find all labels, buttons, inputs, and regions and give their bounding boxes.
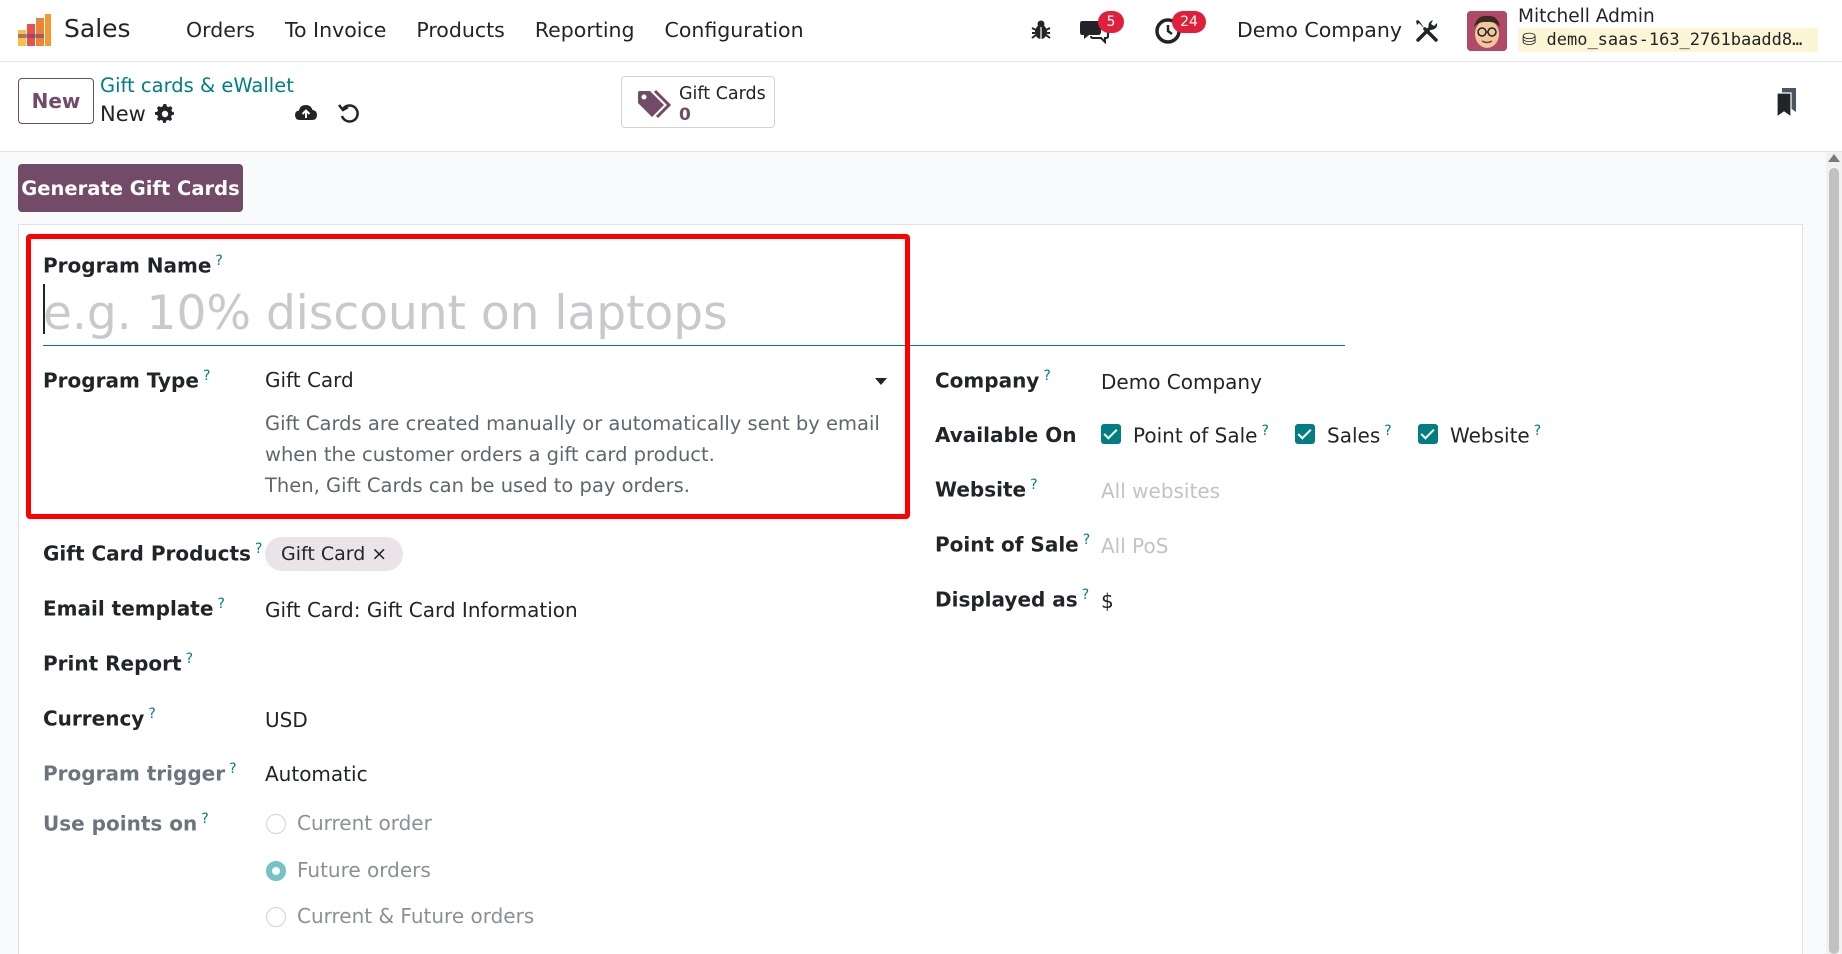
chevron-down-icon <box>875 378 887 385</box>
smart-button-value: 0 <box>679 105 691 125</box>
program-type-help[interactable]: ? <box>203 368 210 384</box>
user-name[interactable]: Mitchell Admin <box>1518 6 1655 27</box>
radio-label-current-order[interactable]: Current order <box>297 811 432 835</box>
menu-reporting[interactable]: Reporting <box>535 18 635 42</box>
program-trigger-value: Automatic <box>265 762 368 786</box>
use-points-on-help[interactable]: ? <box>201 811 208 827</box>
website-option-help[interactable]: ? <box>1534 423 1541 439</box>
displayed-as-field[interactable]: $ <box>1101 589 1114 613</box>
use-points-on-label: Use points on? <box>43 811 209 836</box>
cloud-upload-icon[interactable] <box>294 102 318 124</box>
menu-configuration[interactable]: Configuration <box>665 18 804 42</box>
bug-icon[interactable] <box>1029 18 1053 42</box>
company-switcher[interactable]: Demo Company <box>1237 18 1402 42</box>
point-of-sale-label: Point of Sale? <box>935 532 1091 557</box>
checkbox-sales[interactable] <box>1295 424 1315 444</box>
scrollbar-thumb[interactable] <box>1829 168 1839 954</box>
print-report-field[interactable] <box>265 651 865 679</box>
print-report-help[interactable]: ? <box>186 651 193 667</box>
menu-orders[interactable]: Orders <box>186 18 255 42</box>
breadcrumb-parent[interactable]: Gift cards & eWallet <box>100 74 294 97</box>
website-field[interactable]: All websites <box>1101 479 1220 503</box>
program-type-description: Gift Cards are created manually or autom… <box>265 412 880 497</box>
menu-products[interactable]: Products <box>416 18 505 42</box>
menu-to-invoice[interactable]: To Invoice <box>285 18 386 42</box>
top-navbar: Sales Orders To Invoice Products Reporti… <box>0 0 1842 62</box>
bookmark-icon[interactable] <box>1776 88 1798 118</box>
company-label: Company? <box>935 368 1051 393</box>
program-trigger-help[interactable]: ? <box>229 761 236 777</box>
currency-field[interactable]: USD <box>265 708 308 732</box>
company-help[interactable]: ? <box>1043 368 1050 384</box>
gift-card-products-help[interactable]: ? <box>255 541 262 557</box>
checkbox-website[interactable] <box>1418 424 1438 444</box>
smart-button-label: Gift Cards <box>679 84 766 104</box>
tags-icon <box>638 89 672 119</box>
point-of-sale-field-help[interactable]: ? <box>1083 532 1090 548</box>
point-of-sale-field[interactable]: All PoS <box>1101 534 1168 558</box>
scroll-up-arrow[interactable] <box>1828 154 1840 162</box>
generate-gift-cards-button[interactable]: Generate Gift Cards <box>18 164 243 212</box>
currency-help[interactable]: ? <box>148 706 155 722</box>
checkbox-point-of-sale[interactable] <box>1101 424 1121 444</box>
control-panel: New Gift cards & eWallet New Gift Cards … <box>0 62 1842 152</box>
gift-card-products-label: Gift Card Products? <box>43 541 263 566</box>
activity-count-badge: 24 <box>1172 11 1206 33</box>
program-type-value: Gift Card <box>265 368 354 392</box>
chat-count-badge: 5 <box>1098 11 1124 33</box>
app-name[interactable]: Sales <box>64 14 131 43</box>
radio-label-future-orders[interactable]: Future orders <box>297 858 431 882</box>
gift-card-product-tag: Gift Card × <box>265 537 404 571</box>
program-name-label: Program Name? <box>43 253 223 278</box>
company-field[interactable]: Demo Company <box>1101 370 1262 394</box>
print-report-label: Print Report? <box>43 651 194 676</box>
program-trigger-label: Program trigger? <box>43 761 237 786</box>
checkbox-label-sales[interactable]: Sales? <box>1327 423 1392 448</box>
checkbox-label-point-of-sale[interactable]: Point of Sale? <box>1133 423 1269 448</box>
currency-label: Currency? <box>43 706 156 731</box>
sales-help[interactable]: ? <box>1384 423 1391 439</box>
program-type-select[interactable]: Gift Card <box>265 366 891 396</box>
sales-app-icon[interactable] <box>16 12 52 48</box>
radio-current-and-future-orders[interactable] <box>266 907 286 927</box>
debug-tools-icon[interactable] <box>1414 18 1440 44</box>
email-template-help[interactable]: ? <box>217 596 224 612</box>
program-type-label: Program Type? <box>43 368 211 393</box>
website-help[interactable]: ? <box>1030 477 1037 493</box>
displayed-as-label: Displayed as? <box>935 587 1090 612</box>
remove-tag-icon[interactable]: × <box>371 543 387 565</box>
new-button[interactable]: New <box>18 78 94 124</box>
program-name-help[interactable]: ? <box>215 253 222 269</box>
available-on-label: Available On <box>935 423 1077 447</box>
email-template-field[interactable]: Gift Card: Gift Card Information <box>265 598 578 622</box>
email-template-label: Email template? <box>43 596 225 621</box>
database-name: ⛁ demo_saas-163_2761baadd8… <box>1518 28 1818 52</box>
radio-label-current-and-future-orders[interactable]: Current & Future orders <box>297 904 534 928</box>
website-label: Website? <box>935 477 1038 502</box>
point-of-sale-help[interactable]: ? <box>1261 423 1268 439</box>
gift-cards-smart-button[interactable]: Gift Cards 0 <box>621 76 775 128</box>
user-avatar[interactable] <box>1467 11 1507 51</box>
discard-icon[interactable] <box>338 102 360 124</box>
program-name-input[interactable] <box>43 282 1345 346</box>
checkbox-label-website[interactable]: Website? <box>1450 423 1541 448</box>
breadcrumb-current: New <box>100 102 146 126</box>
gear-icon[interactable] <box>155 104 175 124</box>
displayed-as-help[interactable]: ? <box>1082 587 1089 603</box>
radio-future-orders[interactable] <box>266 861 286 881</box>
radio-current-order[interactable] <box>266 814 286 834</box>
main-menu: Orders To Invoice Products Reporting Con… <box>186 18 834 42</box>
text-cursor <box>43 284 45 334</box>
database-icon: ⛁ <box>1522 30 1537 50</box>
